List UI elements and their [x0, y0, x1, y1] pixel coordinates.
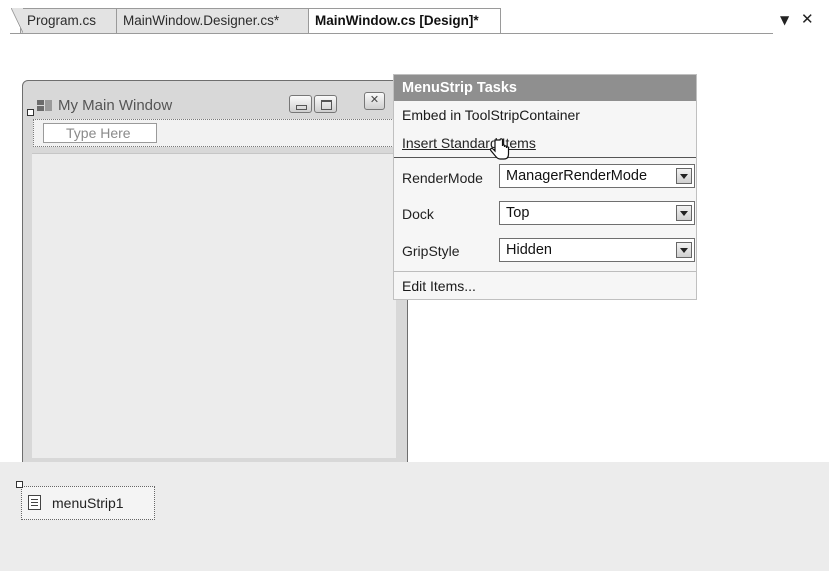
form-app-icon	[37, 98, 52, 112]
form-title-bar: My Main Window	[37, 95, 172, 115]
rendermode-select[interactable]: ManagerRenderMode	[499, 164, 695, 188]
gripstyle-select[interactable]: Hidden	[499, 238, 695, 262]
insert-standard-items-link[interactable]: Insert Standard Items	[402, 135, 536, 151]
menustrip-component-icon	[28, 495, 41, 510]
dock-select[interactable]: Top	[499, 201, 695, 225]
dock-label: Dock	[402, 206, 434, 222]
tasks-panel-header: MenuStrip Tasks	[394, 75, 696, 101]
document-tab-strip: Program.cs MainWindow.Designer.cs* MainW…	[0, 0, 829, 34]
close-icon: ✕	[364, 92, 385, 110]
rendermode-value: ManagerRenderMode	[506, 168, 648, 184]
embed-in-toolstripcontainer-link[interactable]: Embed in ToolStripContainer	[402, 107, 580, 123]
dock-value: Top	[506, 205, 530, 221]
component-selection-grip-icon[interactable]	[16, 481, 23, 488]
menustrip1-component[interactable]: menuStrip1	[21, 486, 155, 520]
type-here-box[interactable]: Type Here	[43, 123, 157, 143]
tab-mainwindow-design[interactable]: MainWindow.cs [Design]*	[308, 8, 501, 34]
panel-separator	[394, 271, 696, 272]
tab-dropdown-icon[interactable]: ▼	[780, 13, 789, 27]
close-document-icon[interactable]: ✕	[801, 10, 814, 28]
gripstyle-value: Hidden	[506, 242, 552, 258]
gripstyle-label: GripStyle	[402, 243, 460, 259]
tab-program-cs[interactable]: Program.cs	[11, 8, 117, 33]
selection-grip-icon[interactable]	[27, 109, 34, 116]
minimize-icon	[289, 95, 312, 113]
menustrip-tasks-panel: MenuStrip Tasks Embed in ToolStripContai…	[393, 74, 697, 300]
chevron-down-icon[interactable]	[676, 242, 692, 258]
chevron-down-icon[interactable]	[676, 168, 692, 184]
maximize-icon	[314, 95, 337, 113]
chevron-down-icon[interactable]	[676, 205, 692, 221]
tab-mainwindow-designer-cs[interactable]: MainWindow.Designer.cs*	[116, 8, 309, 33]
rendermode-label: RenderMode	[402, 170, 483, 186]
edit-items-link[interactable]: Edit Items...	[402, 278, 476, 294]
form-client-area[interactable]	[32, 153, 396, 458]
panel-separator	[394, 157, 696, 158]
hand-cursor-icon	[489, 138, 510, 160]
designer-form[interactable]: My Main Window ✕ Type Here ◂	[22, 80, 410, 466]
form-title: My Main Window	[58, 96, 173, 114]
